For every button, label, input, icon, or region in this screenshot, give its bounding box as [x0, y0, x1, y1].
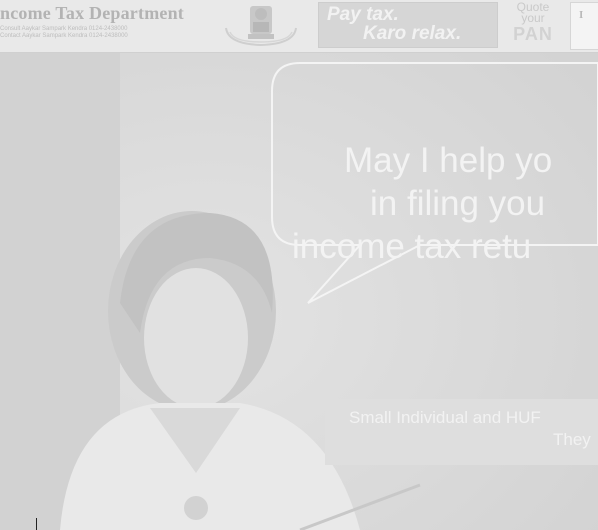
bubble-line-3: income tax retu: [292, 227, 532, 266]
bubble-line-1: May I help yo: [344, 141, 553, 180]
header-banner: ncome Tax Department Consult Aaykar Samp…: [0, 0, 598, 53]
quote-pan-badge[interactable]: Quote your PAN: [508, 1, 558, 48]
slogan-box[interactable]: Pay tax. Karo relax.: [318, 2, 498, 48]
department-title: ncome Tax Department: [0, 3, 184, 23]
quote-line-2: your: [521, 11, 545, 25]
caption-box: Small Individual and HUF They: [325, 399, 598, 465]
department-subline: Consult Aaykar Sampark Kendra 0124-24380…: [0, 26, 128, 32]
main-banner: May I help yo in filing you income tax r…: [0, 53, 598, 530]
caption-line-2: They: [553, 430, 591, 449]
department-contact: Contact Aaykar Sampark Kendra 0124-24380…: [0, 33, 128, 39]
department-block[interactable]: ncome Tax Department Consult Aaykar Samp…: [0, 3, 212, 39]
caption-line-1: Small Individual and HUF: [349, 408, 541, 427]
card-letter: I: [579, 9, 584, 21]
quote-line-3: PAN: [513, 24, 553, 44]
bubble-line-2: in filing you: [370, 184, 546, 223]
page: ncome Tax Department Consult Aaykar Samp…: [0, 0, 598, 530]
text-cursor-icon: [36, 518, 37, 530]
state-emblem-icon: [220, 2, 302, 48]
pan-card-thumbnail[interactable]: I: [570, 2, 598, 50]
slogan-line-2: Karo relax.: [363, 23, 462, 44]
